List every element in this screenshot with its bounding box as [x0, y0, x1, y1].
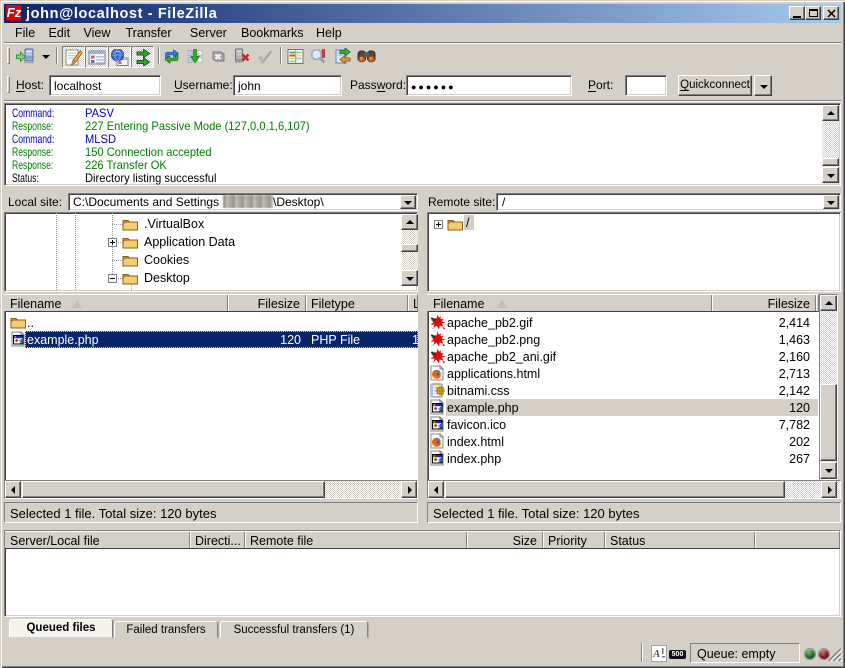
svg-text:A: A	[652, 648, 660, 660]
